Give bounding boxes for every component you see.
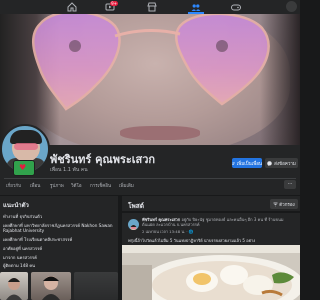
intro-title: แนะนำตัว [3, 202, 29, 209]
photo-thumbnail[interactable] [0, 272, 28, 300]
photo-thumbnail[interactable] [74, 272, 118, 300]
message-button[interactable]: ส่งข้อความ [265, 158, 298, 168]
tab-more[interactable]: เพิ่มเติม [119, 182, 134, 189]
intro-school: เคยศึกษาที่ โรงเรียนตาคลีประชาสรรค์ [3, 237, 73, 242]
intro-from: มาจาก นครสวรรค์ [3, 255, 37, 260]
intro-university: เคยศึกษาที่ มหาวิทยาลัยราชภัฏนครสวรรค์ N… [3, 223, 113, 233]
intro-lives-in: อาศัยอยู่ที่ นครสวรรค์ [3, 246, 43, 251]
marketplace-icon[interactable] [147, 2, 157, 12]
avatar-hair [10, 130, 42, 144]
gaming-icon[interactable] [231, 2, 241, 12]
heart-glasses-graphic [32, 14, 270, 111]
post-author-avatar[interactable] [128, 219, 139, 230]
filter-icon [273, 202, 278, 206]
avatar-glasses [14, 143, 38, 150]
messenger-icon [267, 160, 272, 166]
more-options-button[interactable]: ··· [284, 180, 296, 189]
video-icon[interactable]: 9+ [105, 1, 118, 12]
intro-followers: ผู้ติดตาม 148 คน [3, 263, 36, 268]
intro-work: ทำงานที่ ธุรกิจส่วนตัว [3, 214, 43, 219]
groups-icon[interactable] [191, 2, 201, 12]
tab-photos[interactable]: รูปภาพ [50, 182, 64, 189]
filter-label: ตัวกรอง [279, 202, 295, 208]
photos-preview [0, 272, 118, 300]
profile-frame-badge: ♥ [13, 160, 35, 176]
message-label: ส่งข้อความ [274, 161, 296, 167]
posts-title: โพสต์ [128, 202, 144, 210]
post-header-location[interactable]: ต้นแฝด ละแวกบ้าน จ.นครสวรรค์ [142, 222, 200, 227]
photo-thumbnail[interactable] [31, 272, 71, 300]
avatar-image [130, 225, 137, 230]
tab-checkins[interactable]: การเช็คอิน [90, 182, 111, 189]
photo-content [42, 276, 60, 300]
home-icon[interactable] [67, 2, 77, 12]
add-friend-label: เพิ่มเป็นเพื่อน [236, 161, 262, 167]
cover-photo[interactable] [0, 14, 300, 145]
post-header: พัชรินทร์ คุณพระเสวก อยู่กับ ปิยะนัฐ ชูม… [142, 217, 298, 227]
posts-card: โพสต์ ตัวกรอง พัชรินทร์ คุณพระเสวก อยู่ก… [122, 196, 300, 300]
filter-button[interactable]: ตัวกรอง [270, 199, 298, 209]
tab-videos[interactable]: วิดีโอ [71, 182, 82, 189]
add-friend-icon [232, 161, 235, 165]
top-navigation-bar: 9+ [0, 0, 300, 15]
heart-icon: ♥ [19, 163, 27, 172]
notification-badge: 9+ [110, 1, 118, 6]
food-photo [122, 245, 300, 300]
posts-divider [122, 211, 300, 213]
post-text: พรุ่งนี้ถ้าไปวัดแล้วไม่ลืม 5 วันแห่งปาฏิ… [128, 238, 256, 243]
post-timestamp[interactable]: 2 เมษายน เวลา 13:48 น. · 🌐 [142, 229, 193, 235]
menu-icon[interactable] [286, 1, 297, 12]
tab-friends[interactable]: เพื่อน [30, 182, 40, 189]
profile-tabs: เกี่ยวกับ เพื่อน รูปภาพ วิดีโอ การเช็คอิ… [0, 179, 300, 193]
post-image[interactable] [122, 245, 300, 300]
photo-content [6, 278, 22, 300]
friends-count[interactable]: เพื่อน 1.1 พัน คน [50, 166, 88, 174]
add-friend-button[interactable]: เพิ่มเป็นเพื่อน [232, 158, 262, 168]
tab-about[interactable]: เกี่ยวกับ [6, 182, 21, 189]
